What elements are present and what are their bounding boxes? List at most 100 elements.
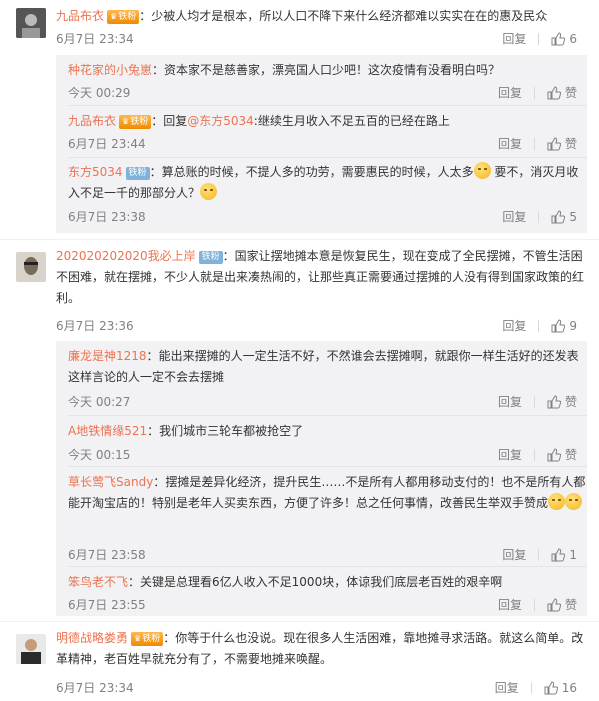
like-label[interactable]: 赞 xyxy=(565,135,577,152)
divider xyxy=(68,466,587,467)
comment-time: 6月7日 23:36 xyxy=(56,319,134,333)
like-icon[interactable] xyxy=(547,136,561,151)
like-count[interactable]: 9 xyxy=(569,319,577,333)
fan-badge: ♛铁粉 xyxy=(131,632,164,646)
comment-actions: 回复 16 xyxy=(495,679,577,696)
reply-button[interactable]: 回复 xyxy=(502,30,526,47)
like-icon[interactable] xyxy=(547,597,561,612)
like-label[interactable]: 赞 xyxy=(565,446,577,463)
reply-item: 草长莺飞Sandy：摆摊是差异化经济，提升民生……不是所有人都用移动支付的！也不… xyxy=(68,475,586,562)
reply-username[interactable]: 九品布衣 xyxy=(68,114,116,128)
reply-time: 今天 00:15 xyxy=(68,448,131,462)
reply-text: 关键是总理看6亿人收入不足1000块，体谅我们底层老百姓的艰辛啊 xyxy=(140,575,503,589)
comment-2: 202020202020我必上岸 铁粉 ：国家让摆地摊本意是恢复民生，现在变成了全民… xyxy=(0,240,599,622)
reply-item: A地铁情缘521：我们城市三轮车都被抢空了 今天 00:15 回复 赞 xyxy=(68,424,577,462)
comment-time: 6月7日 23:34 xyxy=(56,32,134,46)
reply-button[interactable]: 回复 xyxy=(495,679,519,696)
like-icon[interactable] xyxy=(547,394,561,409)
like-label[interactable]: 赞 xyxy=(565,84,577,101)
reply-username[interactable]: A地铁情缘521 xyxy=(68,424,147,438)
reply-time: 6月7日 23:55 xyxy=(68,598,146,612)
reply-button[interactable]: 回复 xyxy=(498,596,522,613)
reply-button[interactable]: 回复 xyxy=(502,317,526,334)
avatar[interactable] xyxy=(16,8,46,38)
reply-item: 九品布衣 ♛铁粉 ：回复@东方5034:继续生月收入不足五百的已经在路上 6月7日 … xyxy=(68,114,577,151)
divider xyxy=(533,598,535,611)
like-icon[interactable] xyxy=(547,85,561,100)
like-label[interactable]: 赞 xyxy=(565,596,577,613)
divider xyxy=(533,395,535,408)
fan-badge: 铁粉 xyxy=(125,167,150,180)
divider xyxy=(538,210,540,223)
comment-3: 明德战略娄勇 ♛铁粉 ：你等于什么也没说。现在很多人生活困难，靠地摊寻求活路。就这么… xyxy=(0,622,599,701)
comment-text-row: 202020202020我必上岸 铁粉 ：国家让摆地摊本意是恢复民生，现在变成了全民… xyxy=(56,249,585,305)
comment-text-row: 明德战略娄勇 ♛铁粉 ：你等于什么也没说。现在很多人生活困难，靠地摊寻求活路。就这么… xyxy=(56,631,584,666)
mention-link[interactable]: @东方5034 xyxy=(187,114,254,128)
thinking-emoji-icon xyxy=(200,183,218,200)
comment-username[interactable]: 九品布衣 xyxy=(56,9,104,23)
laughing-emoji-icon xyxy=(565,493,583,510)
comment-actions: 回复 6 xyxy=(502,30,577,47)
fan-badge: ♛铁粉 xyxy=(119,115,152,129)
crown-icon: ♛ xyxy=(110,12,118,21)
reply-item: 笨鸟老不飞：关键是总理看6亿人收入不足1000块，体谅我们底层老百姓的艰辛啊 6… xyxy=(68,575,577,612)
like-count[interactable]: 16 xyxy=(562,681,577,695)
like-count[interactable]: 1 xyxy=(569,548,577,562)
reply-time: 今天 00:29 xyxy=(68,86,131,100)
like-icon[interactable] xyxy=(551,31,566,46)
reply-button[interactable]: 回复 xyxy=(502,546,526,563)
divider xyxy=(68,566,587,567)
reply-text: 资本家不是慈善家，漂亮国人口少吧！这次疫情有没看明白吗？ xyxy=(164,63,501,77)
fan-badge: 铁粉 xyxy=(198,251,223,264)
like-icon[interactable] xyxy=(551,318,566,333)
reply-time: 6月7日 23:38 xyxy=(68,210,146,224)
badge-label: 铁粉 xyxy=(128,168,147,178)
reply-item: 种花家的小兔崽：资本家不是慈善家，漂亮国人口少吧！这次疫情有没看明白吗？ 今天 … xyxy=(68,63,577,100)
reply-text: :继续生月收入不足五百的已经在路上 xyxy=(253,114,450,128)
like-count[interactable]: 5 xyxy=(569,210,577,224)
reply-username[interactable]: 种花家的小兔崽 xyxy=(68,63,152,77)
reply-button[interactable]: 回复 xyxy=(498,135,522,152)
badge-label: 铁粉 xyxy=(201,252,220,262)
reply-button[interactable]: 回复 xyxy=(498,393,522,410)
like-icon[interactable] xyxy=(551,209,566,224)
reply-text: 算总账的时候，不提人多的功劳，需要惠民的时候，人太多 xyxy=(161,165,474,179)
divider xyxy=(533,448,535,461)
reply-button[interactable]: 回复 xyxy=(498,84,522,101)
reply-button[interactable]: 回复 xyxy=(502,208,526,225)
reply-time: 今天 00:27 xyxy=(68,395,131,409)
reply-item: 廉龙是神1218：能出来摆摊的人一定生活不好，不然谁会去摆摊啊，就跟你一样生活好… xyxy=(68,349,579,409)
reply-prefix: 回复 xyxy=(163,114,188,128)
avatar[interactable] xyxy=(16,252,46,282)
comment-text: 少被人均才是根本，所以人口不降下来什么经济都难以实实在在的惠及民众 xyxy=(151,9,548,23)
avatar-image xyxy=(16,8,46,38)
like-icon[interactable] xyxy=(544,680,558,695)
reply-username[interactable]: 草长莺飞Sandy xyxy=(68,475,153,489)
comment-username[interactable]: 202020202020我必上岸 xyxy=(56,249,196,263)
divider xyxy=(530,681,532,694)
reply-button[interactable]: 回复 xyxy=(498,446,522,463)
reply-username[interactable]: 廉龙是神1218 xyxy=(68,349,147,363)
avatar[interactable] xyxy=(16,634,46,664)
comment-username[interactable]: 明德战略娄勇 xyxy=(56,631,128,645)
divider xyxy=(538,319,540,332)
like-icon[interactable] xyxy=(551,547,566,562)
like-count[interactable]: 6 xyxy=(569,32,577,46)
comment-text-row: 九品布衣 ♛铁粉 ：少被人均才是根本，所以人口不降下来什么经济都难以实实在在的惠及民… xyxy=(56,9,548,24)
reply-list: 种花家的小兔崽：资本家不是慈善家，漂亮国人口少吧！这次疫情有没看明白吗？ 今天 … xyxy=(56,55,587,233)
badge-label: 铁粉 xyxy=(130,117,149,127)
reply-text: 我们城市三轮车都被抢空了 xyxy=(159,424,304,438)
reply-time: 6月7日 23:58 xyxy=(68,548,146,562)
divider xyxy=(538,32,540,45)
comment-time: 6月7日 23:34 xyxy=(56,681,134,695)
like-label[interactable]: 赞 xyxy=(565,393,577,410)
like-icon[interactable] xyxy=(547,447,561,462)
reply-username[interactable]: 笨鸟老不飞 xyxy=(68,575,128,589)
comment-actions: 回复 9 xyxy=(502,317,577,334)
crying-emoji-icon xyxy=(473,162,491,179)
avatar-image xyxy=(16,634,46,664)
divider xyxy=(533,86,535,99)
divider xyxy=(533,137,535,150)
reply-username[interactable]: 东方5034 xyxy=(68,165,123,179)
divider xyxy=(538,548,540,561)
